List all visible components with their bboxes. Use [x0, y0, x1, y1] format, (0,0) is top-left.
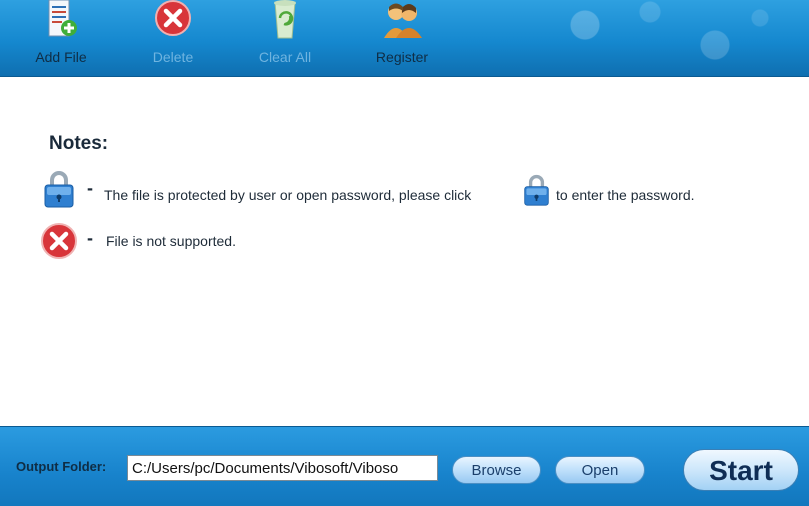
error-icon	[41, 223, 77, 259]
clear-all-icon	[274, 0, 296, 39]
note-unsupported: - File is not supported.	[0, 222, 809, 262]
protected-dash: -	[87, 178, 93, 198]
protected-text-1: The file is protected by user or open pa…	[104, 187, 472, 203]
file-list-area: Notes: - The file is protected by user o…	[0, 77, 809, 426]
notes-title: Notes:	[49, 133, 109, 154]
delete-icon	[155, 0, 191, 36]
unsupported-dash: -	[87, 228, 93, 248]
lock-icon	[44, 171, 74, 208]
start-button[interactable]: Start	[683, 449, 799, 491]
add-file-button[interactable]: Add File	[21, 0, 101, 76]
add-file-icon	[48, 0, 77, 37]
lock-icon	[524, 174, 549, 206]
clear-all-label: Clear All	[258, 49, 312, 65]
clear-all-button[interactable]: Clear All	[245, 0, 325, 76]
output-bar: Output Folder: Browse Open Start	[0, 426, 809, 506]
protected-text-2: to enter the password.	[556, 187, 695, 203]
add-file-label: Add File	[35, 49, 87, 65]
note-protected: - The file is protected by user or open …	[0, 170, 809, 210]
toolbar: Add File Delete Clear All Register	[0, 0, 809, 77]
register-label: Register	[375, 49, 429, 65]
output-folder-input[interactable]	[127, 455, 438, 481]
delete-label: Delete	[152, 49, 194, 65]
browse-button[interactable]: Browse	[452, 456, 541, 484]
register-button[interactable]: Register	[362, 0, 442, 76]
register-icon	[384, 3, 422, 38]
delete-button[interactable]: Delete	[133, 0, 213, 76]
unsupported-text: File is not supported.	[106, 233, 236, 249]
output-folder-label: Output Folder:	[16, 459, 107, 474]
open-button[interactable]: Open	[555, 456, 645, 484]
